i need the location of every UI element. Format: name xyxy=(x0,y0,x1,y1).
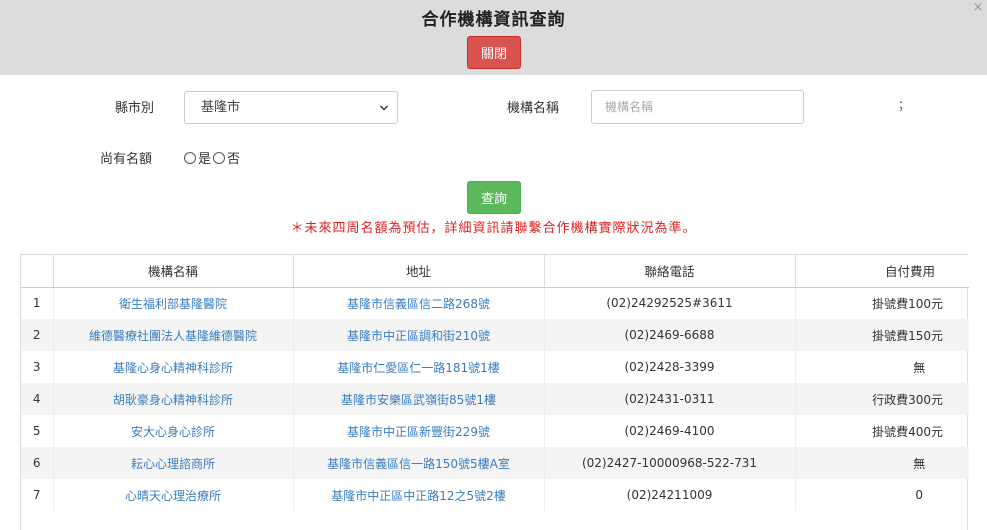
fee-cell: 0 xyxy=(915,488,924,502)
org-name-link[interactable]: 維德醫療社團法人基隆維德醫院 xyxy=(53,319,294,351)
fee-cell: 無 xyxy=(795,447,969,479)
address-link[interactable]: 基隆市信義區信一路150號5樓A室 xyxy=(293,447,545,479)
modal-header: 合作機構資訊查詢 × 關閉 xyxy=(0,0,987,75)
county-select[interactable]: 基隆市 xyxy=(184,91,398,124)
org-name-link[interactable]: 衛生福利部基隆醫院 xyxy=(53,287,294,319)
fee-cell: 掛號費400元 xyxy=(872,424,943,439)
phone-cell: (02)2469-6688 xyxy=(544,319,796,351)
table-row: 1 衛生福利部基隆醫院 基隆市信義區信二路268號 (02)24292525#3… xyxy=(21,287,969,319)
address-link[interactable]: 基隆市中正區中正路12之5號2樓 xyxy=(293,479,545,511)
row-index: 6 xyxy=(21,447,54,479)
org-name-label: 機構名稱 xyxy=(507,101,560,116)
fee-cell: 掛號費150元 xyxy=(795,319,969,351)
close-icon[interactable]: × xyxy=(971,1,985,16)
org-name-link[interactable]: 心晴天心理治療所 xyxy=(53,479,294,511)
search-button[interactable]: 查詢 xyxy=(467,181,521,214)
table-row: 3 基隆心身心精神科診所 基隆市仁愛區仁一路181號1樓 (02)2428-33… xyxy=(21,351,969,383)
row-index: 2 xyxy=(21,319,54,351)
county-select-value: 基隆市 xyxy=(201,100,241,115)
org-name-link[interactable]: 安大心身心診所 xyxy=(53,415,294,447)
chevron-down-icon xyxy=(380,105,388,111)
col-header-fee: 自付費用 xyxy=(795,255,969,288)
col-header-phone: 聯絡電話 xyxy=(544,255,796,288)
address-link[interactable]: 基隆市中正區調和街210號 xyxy=(293,319,545,351)
phone-cell: (02)2427-10000968-522-731 xyxy=(544,447,796,479)
table-row: 5 安大心身心診所 基隆市中正區新豐街229號 (02)2469-4100 掛號… xyxy=(21,415,969,447)
row-index: 3 xyxy=(21,351,54,383)
table-row: 4 胡耿豪身心精神科診所 基隆市安樂區武嶺街85號1樓 (02)2431-031… xyxy=(21,383,969,415)
col-header-address: 地址 xyxy=(293,255,545,288)
org-name-link[interactable]: 胡耿豪身心精神科診所 xyxy=(53,383,294,415)
quota-no-radio[interactable] xyxy=(213,151,226,164)
row-index: 1 xyxy=(21,287,54,319)
row-index: 4 xyxy=(21,383,54,415)
table-row: 2 維德醫療社團法人基隆維德醫院 基隆市中正區調和街210號 (02)2469-… xyxy=(21,319,969,351)
address-link[interactable]: 基隆市安樂區武嶺街85號1樓 xyxy=(293,383,545,415)
phone-cell: (02)24211009 xyxy=(544,479,796,511)
stray-text: ； xyxy=(898,98,911,112)
address-link[interactable]: 基隆市信義區信二路268號 xyxy=(293,287,545,319)
col-header-name: 機構名稱 xyxy=(53,255,294,288)
quota-radio-group: 是 否 xyxy=(184,148,242,167)
col-header-index xyxy=(21,255,54,288)
page-title: 合作機構資訊查詢 xyxy=(421,10,566,30)
phone-cell: (02)2431-0311 xyxy=(544,383,796,415)
row-index: 7 xyxy=(21,479,54,511)
quota-no-label: 否 xyxy=(227,152,241,167)
close-button[interactable]: 關閉 xyxy=(467,36,521,69)
org-name-link[interactable]: 耘心心理諮商所 xyxy=(53,447,294,479)
fee-cell: 無 xyxy=(913,360,926,375)
address-link[interactable]: 基隆市中正區新豐街229號 xyxy=(293,415,545,447)
results-table: 機構名稱 地址 聯絡電話 自付費用 1 衛生福利部基隆醫院 基隆市信義區信二路2… xyxy=(20,254,969,530)
table-row: 7 心晴天心理治療所 基隆市中正區中正路12之5號2樓 (02)24211009… xyxy=(21,479,969,511)
org-name-input[interactable] xyxy=(591,90,804,124)
phone-cell: (02)2428-3399 xyxy=(544,351,796,383)
quota-label: 尚有名額 xyxy=(100,152,153,167)
fee-cell: 掛號費100元 xyxy=(872,296,943,311)
phone-cell: (02)24292525#3611 xyxy=(544,287,796,319)
quota-yes-radio[interactable] xyxy=(184,151,196,164)
address-link[interactable]: 基隆市仁愛區仁一路181號1樓 xyxy=(293,351,545,383)
table-header-row: 機構名稱 地址 聯絡電話 自付費用 xyxy=(21,255,969,288)
notice-text: ＊未來四周名額為預估，詳細資訊請聯繫合作機構實際狀況為準。 xyxy=(290,221,697,236)
fee-cell: 行政費300元 xyxy=(795,383,969,415)
table-row: 6 耘心心理諮商所 基隆市信義區信一路150號5樓A室 (02)2427-100… xyxy=(21,447,969,479)
org-name-link[interactable]: 基隆心身心精神科診所 xyxy=(53,351,294,383)
county-label: 縣市別 xyxy=(115,101,155,116)
quota-yes-label: 是 xyxy=(198,152,212,167)
row-index: 5 xyxy=(21,415,54,447)
phone-cell: (02)2469-4100 xyxy=(544,415,796,447)
